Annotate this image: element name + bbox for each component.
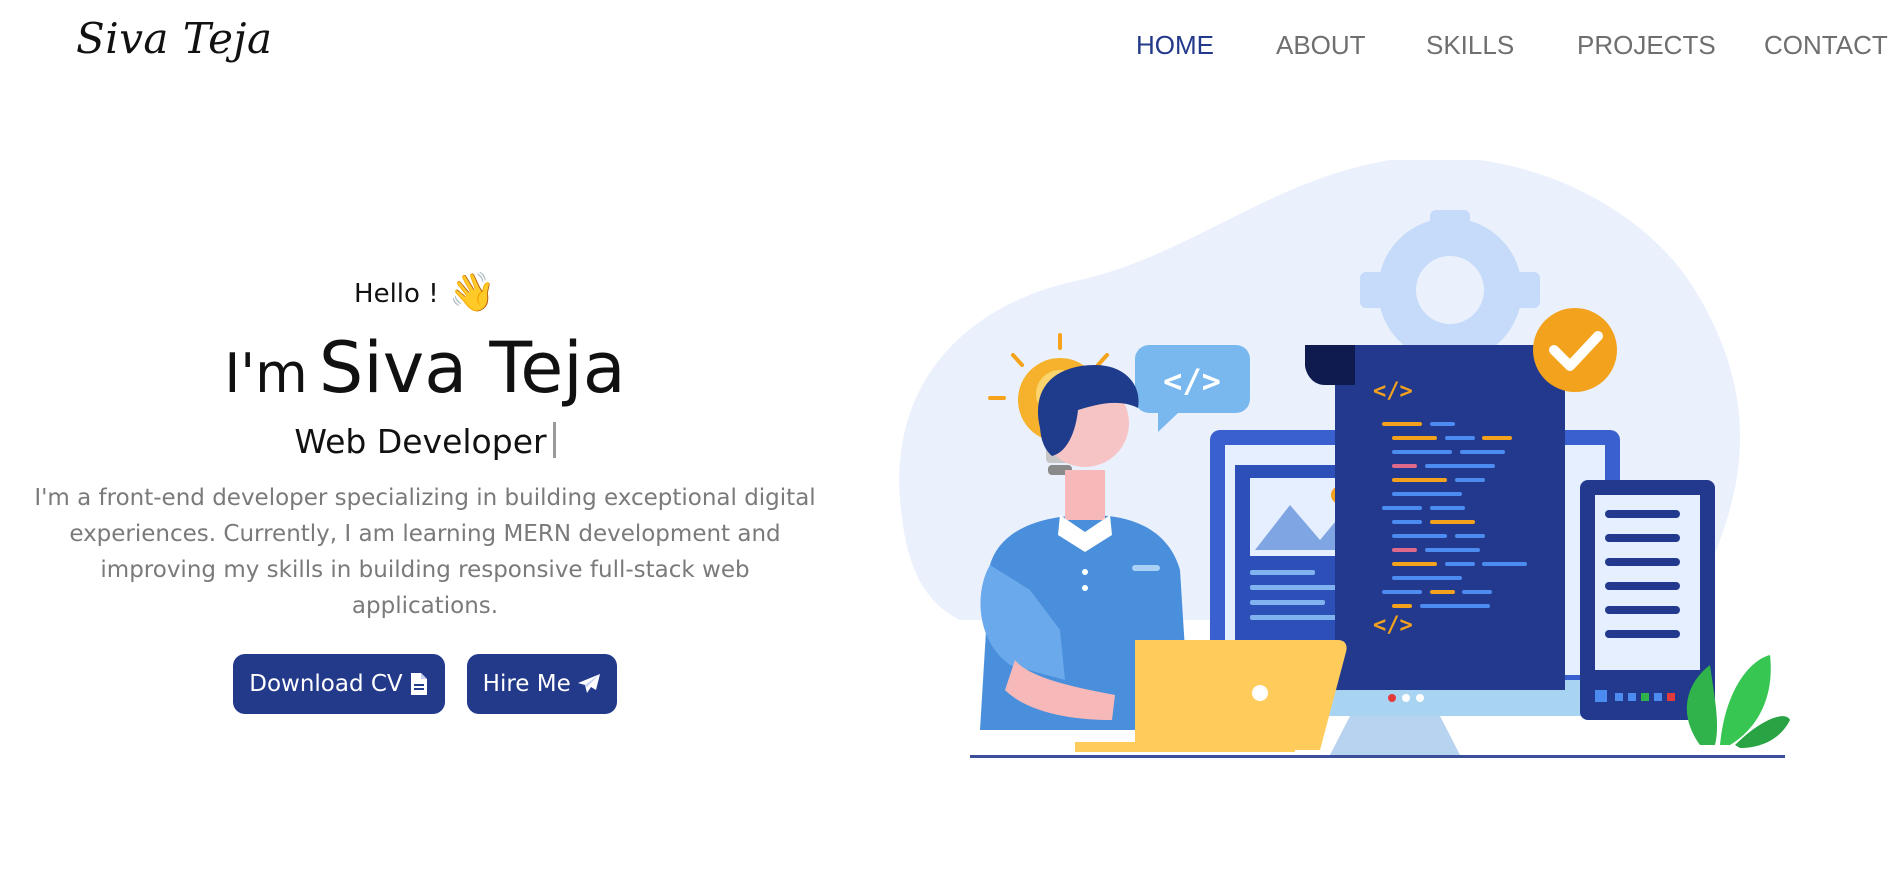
role-typed: Web Developer: [0, 418, 850, 466]
nav-contact[interactable]: CONTACT: [1764, 30, 1888, 61]
hero-buttons: Download CV Hire Me: [0, 654, 850, 714]
hero-bio: I'm a front-end developer specializing i…: [34, 485, 816, 619]
download-cv-button[interactable]: Download CV: [233, 654, 445, 714]
hire-me-label: Hire Me: [482, 671, 571, 697]
code-open-tag: </>: [1373, 379, 1413, 404]
waving-hand-icon: 👋: [448, 270, 496, 314]
hero-section: Hello ! 👋 I'm Siva Teja Web Developer I'm…: [0, 270, 850, 714]
code-scroll: </> </>: [1305, 345, 1565, 690]
illustration-svg: </> </> </>: [899, 156, 1790, 758]
navbar: Siva Teja HOME ABOUT SKILLS PROJECTS CON…: [0, 0, 1888, 92]
nav-about[interactable]: ABOUT: [1276, 30, 1366, 61]
code-bubble-text: </>: [1163, 362, 1221, 400]
hero-name: Siva Teja: [318, 327, 626, 409]
hire-me-button[interactable]: Hire Me: [466, 654, 617, 714]
file-icon: [410, 673, 427, 695]
hero-title: I'm Siva Teja: [0, 328, 850, 408]
intro-prefix: I'm: [224, 342, 308, 405]
typing-cursor: [552, 422, 556, 458]
greeting-text: Hello !: [354, 279, 439, 309]
nav-projects[interactable]: PROJECTS: [1577, 30, 1716, 61]
code-close-tag: </>: [1373, 613, 1413, 638]
greeting: Hello ! 👋: [0, 270, 850, 314]
nav-skills[interactable]: SKILLS: [1426, 30, 1514, 61]
nav-home[interactable]: HOME: [1136, 30, 1214, 61]
checkmark-badge-icon: [1533, 308, 1617, 392]
download-cv-label: Download CV: [249, 671, 403, 697]
nav-links: HOME ABOUT SKILLS PROJECTS CONTACT: [0, 30, 1888, 70]
paper-plane-icon: [577, 674, 600, 693]
developer-illustration: </> </> </>: [880, 156, 1880, 780]
ground-line: [970, 755, 1785, 758]
role-text: Web Developer: [294, 422, 547, 461]
